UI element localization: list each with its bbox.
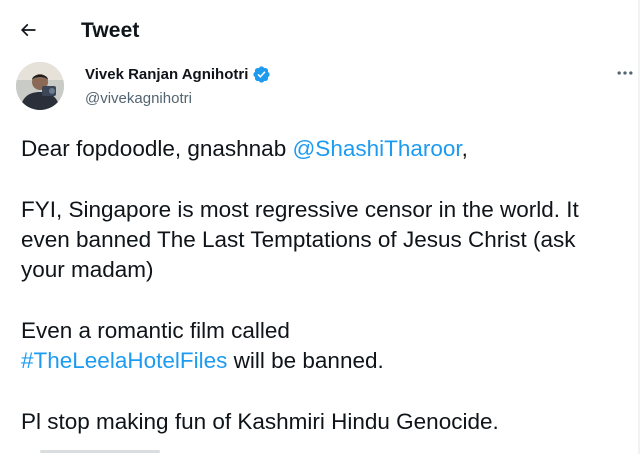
tweet-paragraph-4: Pl stop making fun of Kashmiri Hindu Gen… [21,409,499,434]
tweet-paragraph-3-line-2: #TheLeelaHotelFiles will be banned. [21,346,633,376]
tweet-text: Dear fopdoodle, gnashnab @ShashiTharoor,… [21,134,633,437]
tweet-header: Tweet [0,0,638,64]
author-avatar[interactable] [16,62,64,110]
tweet-paragraph-3-line-1: Even a romantic film called [21,318,290,343]
mention-link[interactable]: @ShashiTharoor [292,136,461,161]
page-title: Tweet [81,19,140,42]
tweet-text-segment: will be banned. [227,348,384,373]
hashtag-link[interactable]: #TheLeelaHotelFiles [21,348,227,373]
arrow-left-icon [18,20,38,45]
cropped-content-hint [40,450,160,453]
author-handle[interactable]: @vivekagnihotri [85,90,192,107]
more-options-button[interactable] [612,62,638,88]
verified-badge-icon [252,65,271,84]
tweet-page: Tweet Vivek Ranjan Agnihotri @vivekagnih… [0,0,640,454]
tweet-paragraph-1: Dear fopdoodle, gnashnab @ShashiTharoor, [21,134,633,164]
tweet-paragraph-2-line-1: FYI, Singapore is most regressive censor… [21,197,579,222]
back-button[interactable] [10,14,46,50]
author-name-text: Vivek Ranjan Agnihotri [85,66,249,83]
author-name[interactable]: Vivek Ranjan Agnihotri [85,65,271,84]
tweet-text-segment: , [461,136,468,161]
tweet-text-segment: Dear fopdoodle, gnashnab [21,136,293,161]
tweet-paragraph-2-line-2: even banned The Last Temptations of Jesu… [21,227,576,252]
more-options-icon [615,63,635,88]
cropped-content-edge [0,449,638,454]
tweet-paragraph-2-line-3: your madam) [21,257,154,282]
